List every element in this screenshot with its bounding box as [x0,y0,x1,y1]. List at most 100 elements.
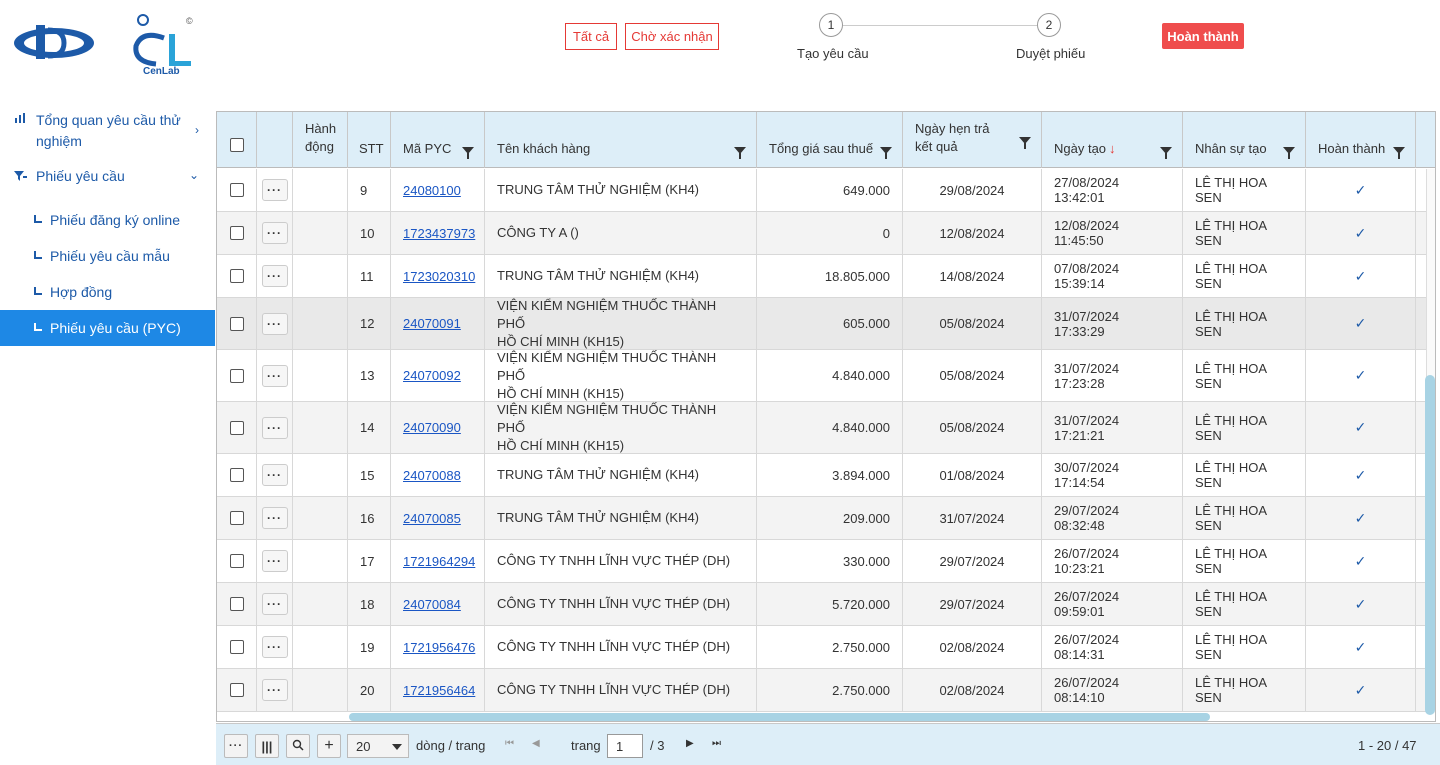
first-page-icon[interactable]: ⏮ [505,738,514,749]
sidebar-item-label: Phiếu yêu cầu [36,168,125,184]
row-checkbox[interactable] [229,183,244,197]
row-checkbox[interactable] [229,368,244,383]
cell-created: 30/07/2024 17:14:54 [1042,454,1183,496]
table-row[interactable]: ··· 14 24070090 VIỆN KIỂM NGHIỆM THUỐC THÀN… [217,402,1426,454]
prev-page-icon[interactable]: ◀ [532,738,540,749]
pyc-code-link[interactable]: 1721964294 [403,554,475,569]
step-1-label: Tạo yêu cầu [797,46,869,61]
sidebar-item-requests[interactable]: Phiếu yêu cầu ⌄ [0,168,215,194]
filter-all-button[interactable]: Tất cả [565,23,617,50]
created-value: 12/08/2024 11:45:50 [1054,218,1120,248]
pyc-code-link[interactable]: 24070091 [403,316,461,331]
customer-name: VIỆN KIỂM NGHIỆM THUỐC THÀNH PHỐ [497,350,717,383]
row-checkbox[interactable] [229,511,244,525]
sidebar-item-overview[interactable]: Tổng quan yêu cầu thử nghiệm › [0,110,215,154]
header-staff[interactable]: Nhân sự tạo [1183,112,1306,168]
row-actions-button[interactable]: ··· [261,179,288,201]
cell-done: ✓ [1306,169,1416,211]
table-row[interactable]: ··· 18 24070084 CÔNG TY TNHH LĨNH VỰC THÉP … [217,583,1426,626]
vertical-scrollbar[interactable] [1425,375,1435,715]
sidebar-subitem-online[interactable]: Phiếu đăng ký online [0,202,215,238]
row-checkbox[interactable] [229,640,244,654]
pyc-code-link[interactable]: 1721956464 [403,683,475,698]
cell-code: 1721956464 [391,669,485,711]
table-row[interactable]: ··· 10 1723437973 CÔNG TY A () 0 12/08/2024 12… [217,212,1426,255]
customer-name: TRUNG TÂM THỬ NGHIỆM (KH4) [497,268,700,283]
pyc-code-link[interactable]: 24070084 [403,597,461,612]
row-actions-button[interactable]: ··· [261,507,288,529]
row-actions-button[interactable]: ··· [261,222,288,244]
select-all-checkbox[interactable] [229,138,244,152]
pyc-code-link[interactable]: 1723437973 [403,226,475,241]
row-actions-button[interactable]: ··· [261,364,288,387]
row-checkbox[interactable] [229,597,244,611]
row-checkbox[interactable] [229,316,244,331]
row-actions-button[interactable]: ··· [261,679,288,701]
more-options-button[interactable]: ··· [224,734,248,758]
columns-button[interactable]: ||| [255,734,279,758]
table-row[interactable]: ··· 13 24070092 VIỆN KIỂM NGHIỆM THUỐC THÀN… [217,350,1426,402]
table-row[interactable]: ··· 11 1723020310 TRUNG TÂM THỬ NGHIỆM (KH4… [217,255,1426,298]
filter-icon[interactable] [880,147,892,159]
sort-desc-icon[interactable]: ↓ [1109,141,1116,156]
horizontal-scrollbar[interactable] [349,713,1210,721]
header-stt[interactable]: STT [348,112,391,168]
pyc-code-link[interactable]: 24070092 [403,368,461,383]
next-page-icon[interactable]: ▶ [686,738,694,749]
header-created[interactable]: Ngày tạo ↓ [1042,112,1183,168]
row-actions-button[interactable]: ··· [261,593,288,615]
cell-created: 27/08/2024 13:42:01 [1042,169,1183,211]
sidebar-subitem-pyc[interactable]: Phiếu yêu cầu (PYC) [0,310,215,346]
filter-icon[interactable] [1283,147,1295,159]
row-actions-button[interactable]: ··· [261,464,288,486]
pyc-code-link[interactable]: 24070090 [403,420,461,435]
table-row[interactable]: ··· 12 24070091 VIỆN KIỂM NGHIỆM THUỐC THÀN… [217,298,1426,350]
sidebar-subitem-sample[interactable]: Phiếu yêu cầu mẫu [0,238,215,274]
due-value: 01/08/2024 [939,467,1005,483]
table-row[interactable]: ··· 16 24070085 TRUNG TÂM THỬ NGHIỆM (KH4) 2… [217,497,1426,540]
tree-branch-icon [34,286,42,295]
row-checkbox[interactable] [229,468,244,482]
filter-icon[interactable] [1160,147,1172,159]
filter-icon[interactable] [1393,147,1405,159]
row-actions-button[interactable]: ··· [261,265,288,287]
search-button[interactable] [286,734,310,758]
filter-icon[interactable] [1019,137,1031,149]
add-button[interactable]: + [317,734,341,758]
header-customer[interactable]: Tên khách hàng [485,112,757,168]
row-actions-button[interactable]: ··· [261,312,288,335]
row-checkbox[interactable] [229,554,244,568]
row-checkbox[interactable] [229,420,244,435]
pyc-code-link[interactable]: 1721956476 [403,640,475,655]
header-done[interactable]: Hoàn thành [1306,112,1416,168]
row-actions-button[interactable]: ··· [261,550,288,572]
row-actions-button[interactable]: ··· [261,416,288,439]
row-checkbox[interactable] [229,683,244,697]
filter-done-button[interactable]: Hoàn thành [1162,23,1244,49]
page-input[interactable]: 1 [607,734,643,758]
filter-icon[interactable] [734,147,746,159]
table-row[interactable]: ··· 9 24080100 TRUNG TÂM THỬ NGHIỆM (KH4) 64… [217,169,1426,212]
pyc-code-link[interactable]: 24070085 [403,511,461,526]
page-size-select[interactable]: 20 [347,734,409,758]
cell-action [293,298,348,349]
row-checkbox[interactable] [229,226,244,240]
row-checkbox[interactable] [229,269,244,283]
table-row[interactable]: ··· 19 1721956476 CÔNG TY TNHH LĨNH VỰC THÉ… [217,626,1426,669]
last-page-icon[interactable]: ⏭ [712,738,721,749]
row-actions-button[interactable]: ··· [261,636,288,658]
pyc-code-link[interactable]: 24070088 [403,468,461,483]
table-row[interactable]: ··· 17 1721964294 CÔNG TY TNHH LĨNH VỰC THÉ… [217,540,1426,583]
header-total[interactable]: Tổng giá sau thuế [757,112,903,168]
pyc-code-link[interactable]: 1723020310 [403,269,475,284]
filter-pending-button[interactable]: Chờ xác nhận [625,23,719,50]
header-code[interactable]: Mã PYC [391,112,485,168]
total-value: 605.000 [843,316,890,331]
filter-icon[interactable] [462,147,474,159]
staff-value: LÊ THỊ HOA SEN [1195,460,1267,490]
sidebar-subitem-contract[interactable]: Hợp đồng [0,274,215,310]
table-row[interactable]: ··· 15 24070088 TRUNG TÂM THỬ NGHIỆM (KH4) 3… [217,454,1426,497]
table-row[interactable]: ··· 20 1721956464 CÔNG TY TNHH LĨNH VỰC THÉ… [217,669,1426,712]
pyc-code-link[interactable]: 24080100 [403,183,461,198]
header-due[interactable]: Ngày hẹn trả kết quả [903,112,1042,168]
